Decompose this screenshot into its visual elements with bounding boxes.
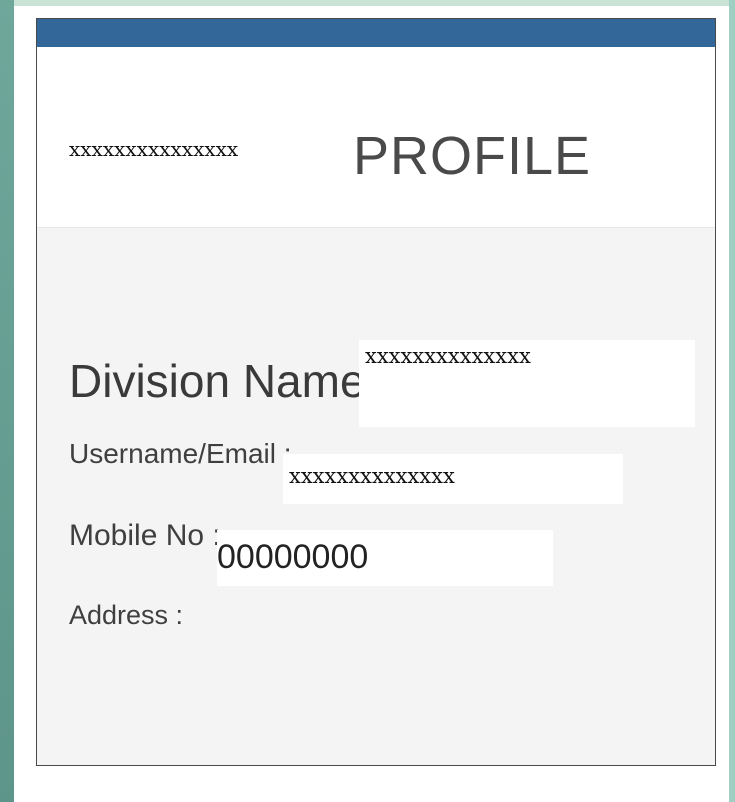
username-email-label: Username/Email : xyxy=(69,438,292,469)
profile-card: xxxxxxxxxxxxxxx PROFILE Division Name : … xyxy=(36,18,716,766)
username-email-value: xxxxxxxxxxxxxx xyxy=(289,464,455,488)
mobile-no-value-box: 00000000 xyxy=(217,530,553,586)
page-title: PROFILE xyxy=(353,126,592,186)
profile-details: Division Name : xxxxxxxxxxxxxx Username/… xyxy=(37,228,715,765)
left-decor-strip xyxy=(0,0,14,802)
division-name-value-box: xxxxxxxxxxxxxx xyxy=(359,340,695,427)
address-label: Address : xyxy=(69,600,184,630)
right-decor-strip xyxy=(729,0,735,802)
card-header: xxxxxxxxxxxxxxx PROFILE xyxy=(37,47,715,228)
username-email-value-box: xxxxxxxxxxxxxx xyxy=(283,454,623,504)
card-top-bar xyxy=(37,19,715,47)
mobile-no-value: 00000000 xyxy=(217,538,369,576)
brand-text: xxxxxxxxxxxxxxx xyxy=(69,137,239,161)
mobile-no-label: Mobile No : xyxy=(69,519,221,552)
division-name-value: xxxxxxxxxxxxxx xyxy=(365,344,531,368)
division-name-label: Division Name : xyxy=(69,355,392,407)
